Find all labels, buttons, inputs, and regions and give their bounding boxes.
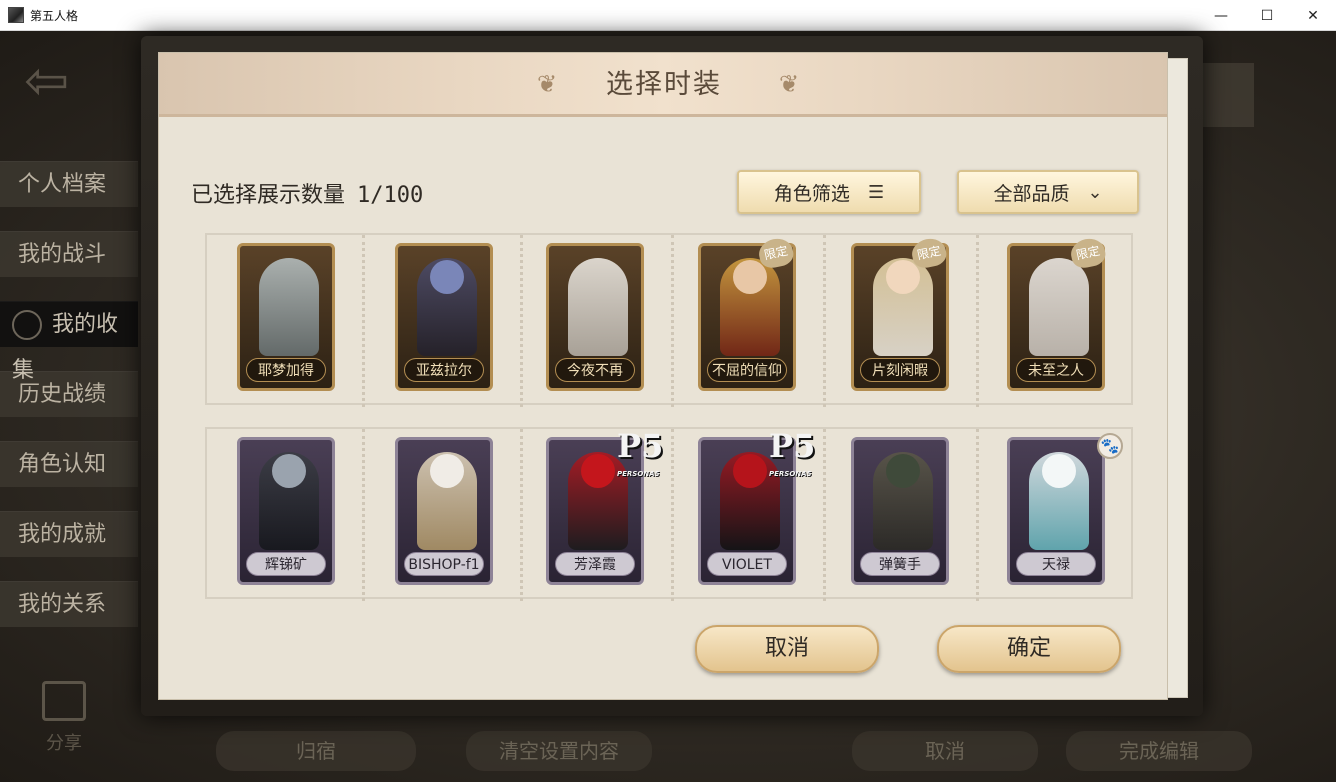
- persona5-badge-sub: PERSONA5: [769, 470, 812, 478]
- outfit-card[interactable]: 耶梦加得: [237, 243, 335, 391]
- close-button[interactable]: ✕: [1290, 0, 1336, 31]
- selected-count: 已选择展示数量 1/100: [191, 177, 423, 209]
- dialog-back-paper: [1166, 58, 1188, 698]
- share-label: 分享: [46, 733, 82, 754]
- outfit-figure: [568, 258, 628, 356]
- outfit-name: 辉锑矿: [246, 552, 326, 576]
- side-menu-item-label: 个人档案: [18, 172, 107, 197]
- outfit-name: VIOLET: [707, 552, 787, 576]
- outfit-slot[interactable]: 片刻闲暇 限定: [821, 235, 979, 407]
- outfit-figure: [1029, 258, 1089, 356]
- quality-filter-dropdown[interactable]: 全部品质 ⌄: [957, 170, 1139, 214]
- background-cancel-button[interactable]: 取消: [852, 731, 1038, 771]
- persona5-badge: P5 PERSONA5: [769, 430, 821, 478]
- outfit-card[interactable]: 今夜不再: [546, 243, 644, 391]
- outfit-slot[interactable]: 辉锑矿: [207, 429, 365, 601]
- outfit-head: [1042, 454, 1076, 488]
- outfit-name: 亚兹拉尔: [404, 358, 484, 382]
- role-filter-button[interactable]: 角色筛选 ☰: [737, 170, 921, 214]
- outfit-slot[interactable]: 天禄 🐾: [977, 429, 1135, 601]
- side-menu-item-active[interactable]: 我的收集: [0, 301, 138, 383]
- outfit-head: [272, 454, 306, 488]
- outfit-name: 未至之人: [1016, 358, 1096, 382]
- outfit-head: [733, 454, 767, 488]
- outfit-slot[interactable]: 今夜不再: [516, 235, 674, 407]
- app-icon: [8, 7, 24, 23]
- shield-icon: [12, 310, 42, 340]
- persona5-badge-sub: PERSONA5: [617, 470, 660, 478]
- cancel-button[interactable]: 取消: [695, 625, 879, 673]
- outfit-head: [886, 260, 920, 294]
- side-menu-item-label: 我的关系: [18, 592, 107, 617]
- outfit-head: [886, 454, 920, 488]
- outfit-name: 弹簧手: [860, 552, 940, 576]
- outfit-slot[interactable]: 未至之人 限定: [977, 235, 1135, 407]
- persona5-badge: P5 PERSONA5: [617, 430, 669, 478]
- chevron-down-icon: ⌄: [1087, 181, 1103, 203]
- background-clear-button[interactable]: 清空设置内容: [466, 731, 652, 771]
- side-menu-item-label: 我的成就: [18, 522, 107, 547]
- outfit-name: 芳泽霞: [555, 552, 635, 576]
- dialog-header: ❦ ❦ 选择时装: [159, 53, 1167, 117]
- outfit-card[interactable]: 辉锑矿: [237, 437, 335, 585]
- outfit-name: 片刻闲暇: [860, 358, 940, 382]
- role-filter-label: 角色筛选: [773, 182, 850, 205]
- paw-icon: 🐾: [1097, 433, 1123, 459]
- back-arrow-icon[interactable]: ⇦: [24, 54, 92, 108]
- minimize-button[interactable]: —: [1198, 0, 1244, 31]
- outfit-head: [733, 260, 767, 294]
- outfit-name: BISHOP-f1: [404, 552, 484, 576]
- side-menu-item[interactable]: 历史战绩: [0, 371, 138, 417]
- outfit-figure: [259, 258, 319, 356]
- side-menu-item[interactable]: 个人档案: [0, 161, 138, 207]
- outfit-slot[interactable]: 耶梦加得: [207, 235, 365, 407]
- select-outfit-dialog: ❦ ❦ 选择时装 已选择展示数量 1/100 角色筛选 ☰ 全部品质 ⌄ 耶梦加得…: [158, 52, 1168, 700]
- window-titlebar: 第五人格 — ☐ ✕: [0, 0, 1336, 31]
- outfit-card[interactable]: 弹簧手: [851, 437, 949, 585]
- side-menu: 个人档案 我的战斗 我的收集 历史战绩 角色认知 我的成就 我的关系: [0, 161, 138, 651]
- list-icon: ☰: [867, 181, 885, 203]
- maximize-button[interactable]: ☐: [1244, 0, 1290, 31]
- confirm-button[interactable]: 确定: [937, 625, 1121, 673]
- outfit-head: [430, 260, 464, 294]
- outfit-slot[interactable]: BISHOP-f1: [365, 429, 523, 601]
- outfit-card[interactable]: 天禄: [1007, 437, 1105, 585]
- outfit-card[interactable]: BISHOP-f1: [395, 437, 493, 585]
- quality-filter-label: 全部品质: [993, 182, 1070, 205]
- outfit-head: [430, 454, 464, 488]
- outfit-slot[interactable]: 芳泽霞 P5 PERSONA5: [516, 429, 674, 601]
- outfit-slot[interactable]: 亚兹拉尔: [365, 235, 523, 407]
- window-controls: — ☐ ✕: [1198, 0, 1336, 31]
- background-home-button[interactable]: 归宿: [216, 731, 416, 771]
- outfit-name: 今夜不再: [555, 358, 635, 382]
- window-title: 第五人格: [30, 8, 79, 23]
- outfit-name: 耶梦加得: [246, 358, 326, 382]
- side-menu-item[interactable]: 角色认知: [0, 441, 138, 487]
- side-menu-item-label: 我的战斗: [18, 242, 107, 267]
- side-menu-item-label: 历史战绩: [18, 382, 107, 407]
- outfit-slot[interactable]: VIOLET P5 PERSONA5: [668, 429, 826, 601]
- background-finish-edit-button[interactable]: 完成编辑: [1066, 731, 1252, 771]
- outfit-row: 辉锑矿 BISHOP-f1 芳泽霞 P5 PERSONA5 VIOLET P5 …: [205, 427, 1135, 601]
- outfit-card[interactable]: 亚兹拉尔: [395, 243, 493, 391]
- side-menu-item-label: 角色认知: [18, 452, 107, 477]
- share-icon: [42, 681, 86, 721]
- side-menu-item[interactable]: 我的关系: [0, 581, 138, 627]
- outfit-row: 耶梦加得 亚兹拉尔 今夜不再 不屈的信仰 限定 片刻闲暇 限定 未至之人 限定: [205, 233, 1135, 407]
- selected-count-value: 1/100: [357, 183, 424, 208]
- dialog-title: 选择时装: [606, 69, 722, 100]
- outfit-name: 天禄: [1016, 552, 1096, 576]
- selected-count-label: 已选择展示数量: [191, 183, 346, 208]
- share-button[interactable]: 分享: [42, 681, 86, 755]
- outfit-head: [581, 454, 615, 488]
- outfit-slot[interactable]: 不屈的信仰 限定: [668, 235, 826, 407]
- side-menu-item[interactable]: 我的战斗: [0, 231, 138, 277]
- outfit-name: 不屈的信仰: [707, 358, 787, 382]
- side-menu-item[interactable]: 我的成就: [0, 511, 138, 557]
- outfit-slot[interactable]: 弹簧手: [821, 429, 979, 601]
